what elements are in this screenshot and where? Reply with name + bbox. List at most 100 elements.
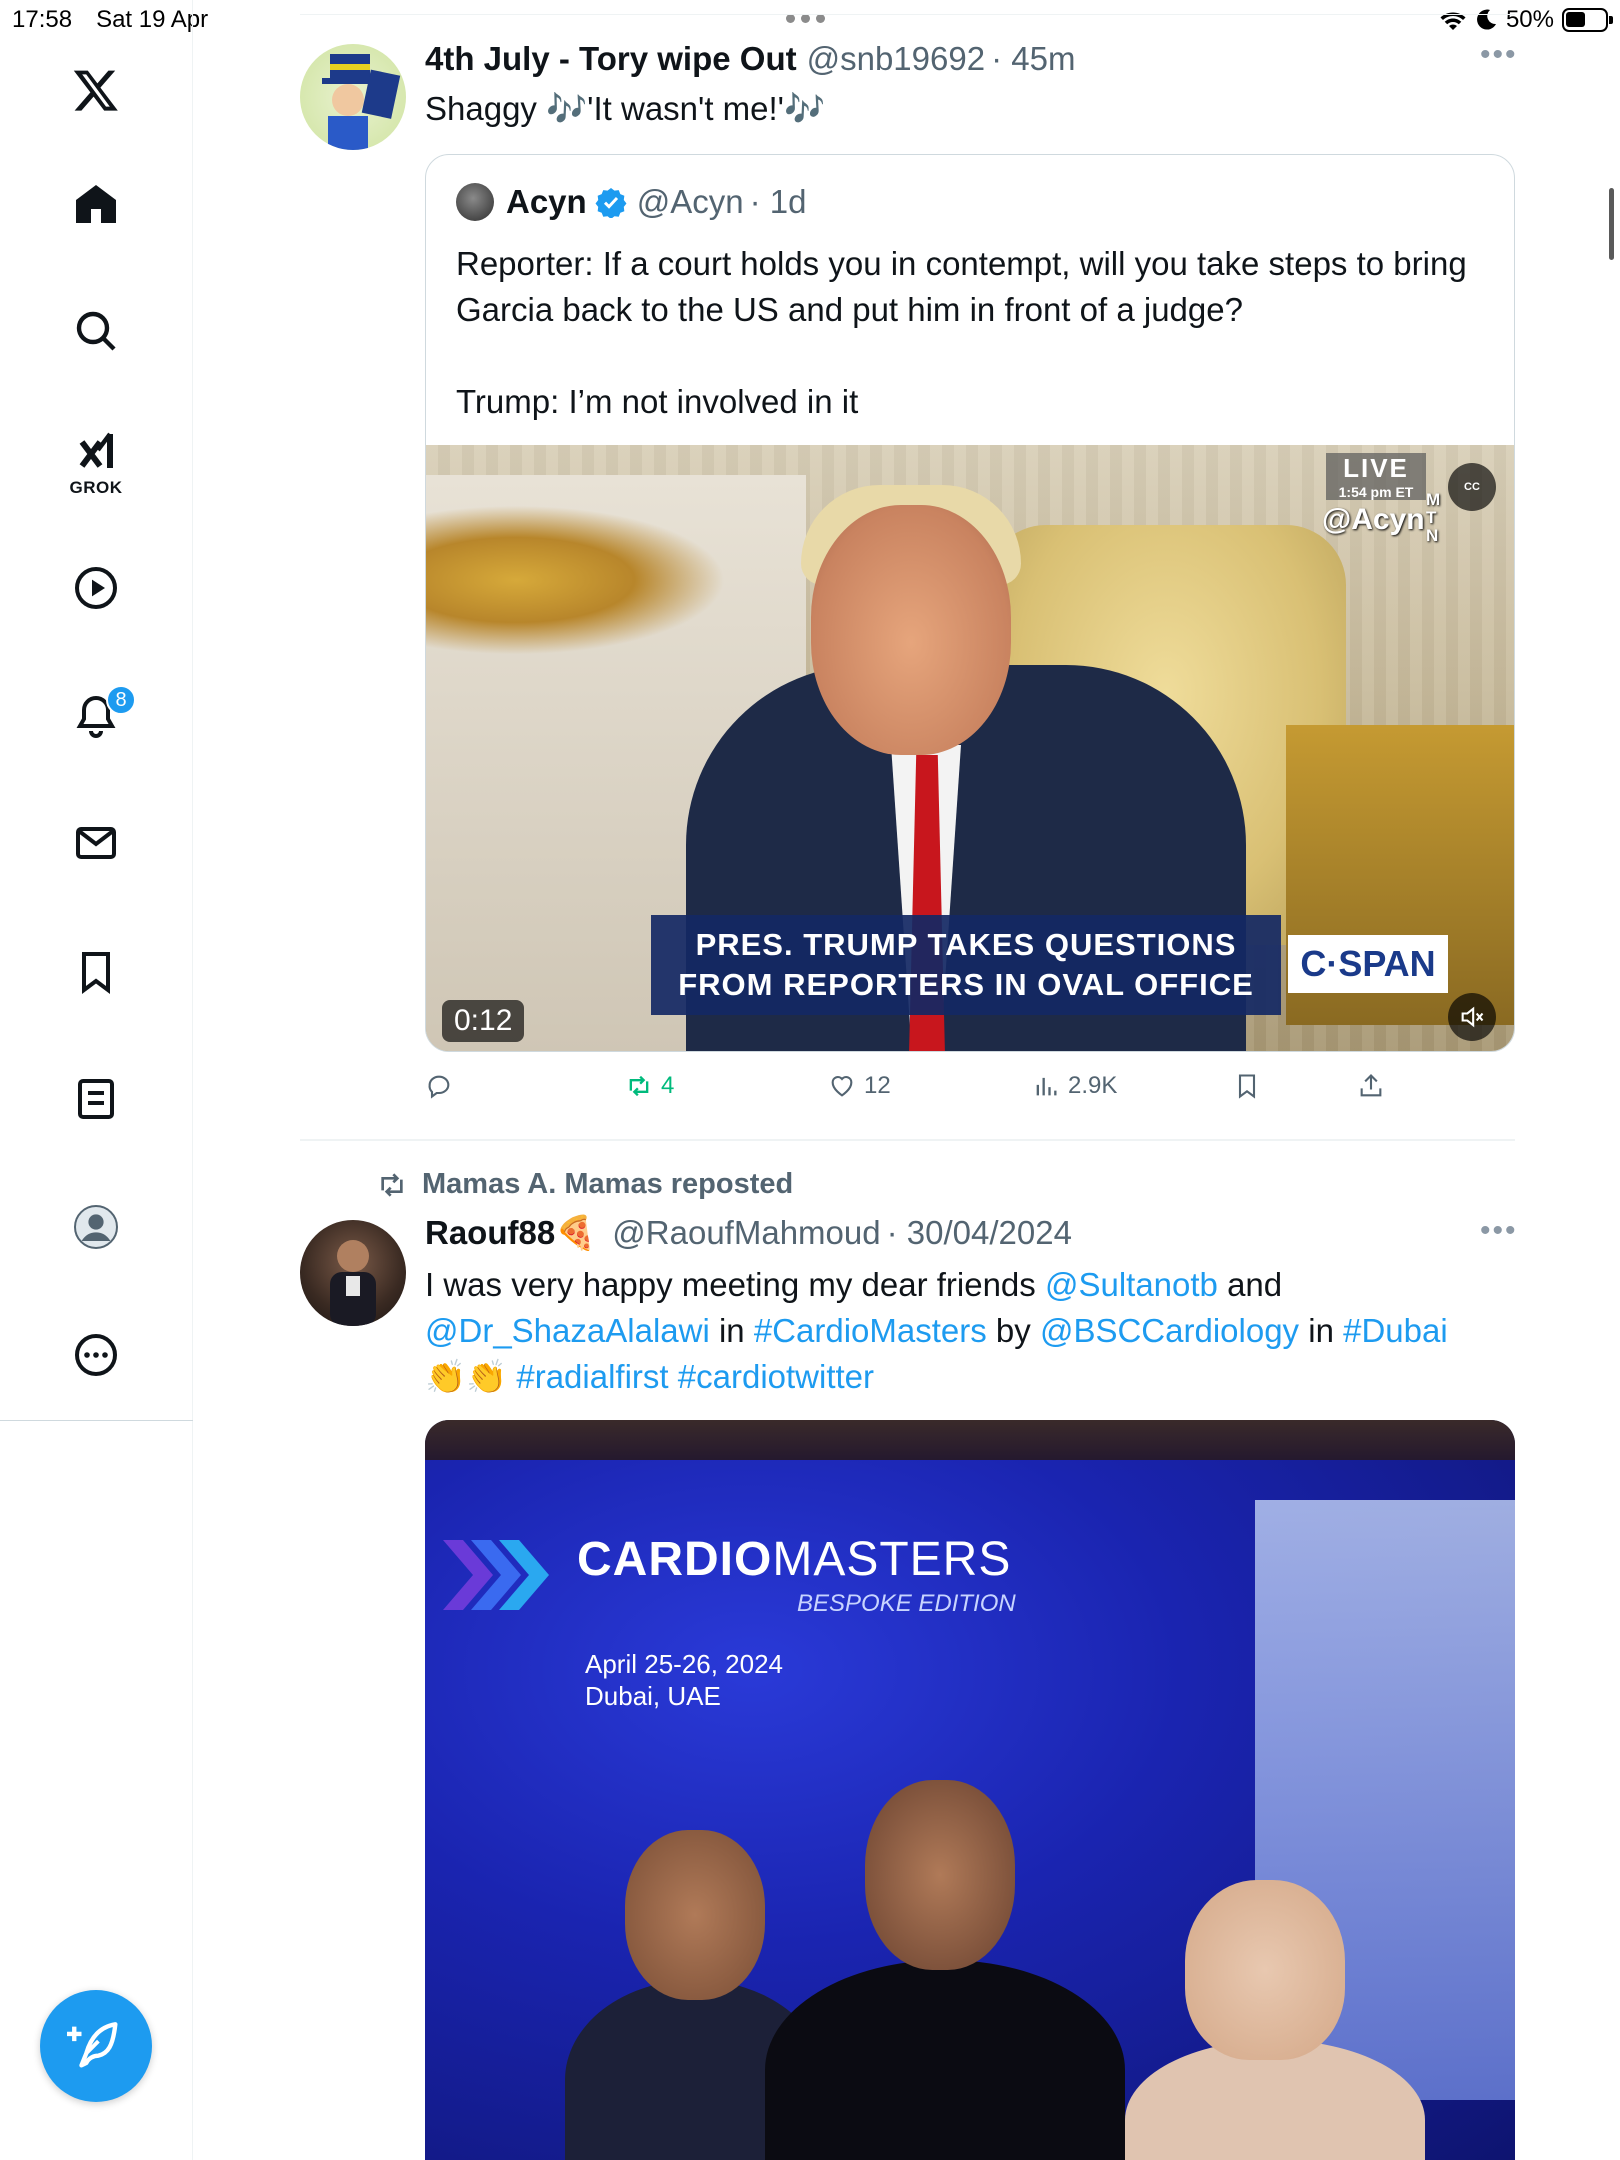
quoted-tweet-avatar	[456, 183, 494, 221]
live-label: LIVE	[1326, 453, 1426, 484]
tweet-2-header: Raouf88🍕 @RaoufMahmoud · 30/04/2024	[425, 1214, 1072, 1253]
mention-sultanotb[interactable]: @Sultanotb	[1045, 1266, 1218, 1303]
share-button[interactable]	[1357, 1072, 1385, 1100]
verified-badge-icon	[595, 188, 627, 218]
tweet-1-text: Shaggy 🎶'It wasn't me!'🎶	[425, 90, 826, 127]
like-button[interactable]: 12	[828, 1072, 891, 1100]
tweet-2-text: I was very happy meeting my dear friends…	[425, 1262, 1515, 1400]
compose-post-button[interactable]	[40, 1990, 152, 2102]
reply-button[interactable]	[425, 1072, 461, 1100]
cardiomasters-subtitle: BESPOKE EDITION	[797, 1590, 1016, 1617]
tweet-2-photo[interactable]: CARDIOMASTERS BESPOKE EDITION April 25-2…	[425, 1420, 1515, 2160]
share-upload-icon	[1360, 1074, 1382, 1097]
repost-count: 4	[661, 1072, 675, 1099]
mention-dr-shaza[interactable]: @Dr_ShazaAlalawi	[425, 1312, 710, 1349]
scrollbar[interactable]	[1609, 188, 1614, 260]
reply-icon	[428, 1075, 450, 1099]
tweet-2-avatar[interactable]	[300, 1220, 406, 1326]
sidebar: GROK 8	[0, 0, 193, 2160]
sidebar-divider	[0, 1420, 193, 1421]
video-person-face	[811, 505, 1011, 755]
heart-icon	[831, 1076, 853, 1097]
video-play-icon[interactable]	[66, 558, 126, 618]
repost-icon	[629, 1075, 649, 1097]
hashtag-radialfirst[interactable]: #radialfirst	[516, 1358, 668, 1395]
muted-speaker-icon	[1461, 1006, 1484, 1028]
views-button[interactable]: 2.9K	[1032, 1072, 1117, 1100]
tweet-1-header: 4th July - Tory wipe Out @snb19692 · 45m	[425, 40, 1075, 78]
photo-person-center-head	[865, 1780, 1015, 1970]
moon-icon	[1476, 9, 1496, 30]
tweet-2-text-part: and	[1217, 1266, 1283, 1303]
video-chyron: PRES. TRUMP TAKES QUESTIONS FROM REPORTE…	[651, 915, 1281, 1015]
status-bar: 17:58 Sat 19 Apr 50%	[0, 0, 1620, 40]
event-date: April 25-26, 2024	[585, 1649, 784, 1679]
feed-top-divider	[300, 14, 1515, 15]
cardiomasters-chevron-icon	[443, 1540, 549, 1610]
grok-icon[interactable]	[66, 424, 126, 484]
search-icon[interactable]	[66, 301, 126, 361]
battery-percent: 50%	[1505, 6, 1554, 33]
tweet-2-text-part: I was very happy meeting my dear friends	[425, 1266, 1045, 1303]
feather-plus-icon	[67, 2022, 118, 2068]
tweet-1-more-icon[interactable]: •••	[1480, 38, 1518, 72]
home-icon[interactable]	[66, 174, 126, 234]
clapping-emoji: 👏👏	[425, 1358, 517, 1395]
hashtag-dubai[interactable]: #Dubai	[1343, 1312, 1448, 1349]
reposted-by-label: Mamas A. Mamas reposted	[422, 1168, 794, 1200]
lists-icon[interactable]	[66, 1069, 126, 1129]
tweet-2-author-name[interactable]: Raouf88🍕	[425, 1214, 596, 1253]
tweet-1-time[interactable]: · 45m	[991, 40, 1075, 78]
like-count: 12	[864, 1072, 891, 1099]
photo-person-right-head	[1185, 1880, 1345, 2060]
messages-envelope-icon[interactable]	[66, 813, 126, 873]
tweet-separator	[300, 1139, 1515, 1141]
captions-button[interactable]: CC	[1448, 463, 1496, 511]
tweet-2-time[interactable]: · 30/04/2024	[887, 1214, 1072, 1252]
hashtag-cardiotwitter[interactable]: #cardiotwitter	[678, 1358, 874, 1395]
views-count: 2.9K	[1068, 1072, 1118, 1099]
quoted-time: · 1d	[749, 183, 807, 220]
event-place: Dubai, UAE	[585, 1681, 721, 1711]
tweet-1-avatar[interactable]	[300, 44, 406, 150]
profile-avatar-icon[interactable]	[66, 1197, 126, 1257]
wifi-icon	[1440, 12, 1466, 30]
cspan-logo: C·SPAN	[1288, 935, 1448, 993]
notification-badge: 8	[106, 685, 136, 715]
chyron-line-1: PRES. TRUMP TAKES QUESTIONS	[695, 927, 1237, 962]
tweet-1-handle[interactable]: @snb19692	[807, 40, 985, 78]
hashtag-cardiomasters[interactable]: #CardioMasters	[754, 1312, 987, 1349]
battery-icon	[1562, 8, 1613, 32]
live-indicator: LIVE 1:54 pm ET	[1326, 453, 1426, 500]
cardiomasters-title-light: MASTERS	[772, 1533, 1012, 1586]
quoted-tweet[interactable]: Acyn @Acyn · 1d Reporter: If a court hol…	[425, 154, 1515, 1052]
quoted-author-name: Acyn	[506, 183, 587, 220]
cardiomasters-title-bold: CARDIO	[577, 1533, 773, 1586]
tweet-2-more-icon[interactable]: •••	[1480, 1214, 1518, 1248]
views-chart-icon	[1036, 1077, 1057, 1096]
tweet-2-handle[interactable]: @RaoufMahmoud	[612, 1214, 880, 1252]
repost-button[interactable]: 4	[625, 1072, 674, 1100]
mute-button[interactable]	[1448, 993, 1496, 1041]
bookmark-icon[interactable]	[66, 942, 126, 1002]
tweet-1-author-name[interactable]: 4th July - Tory wipe Out	[425, 40, 797, 78]
tweet-1-actions: 4 12 2.9K	[425, 1068, 1485, 1108]
video-gold-ornament	[426, 505, 726, 655]
video-duration: 0:12	[442, 1000, 525, 1042]
quoted-text: Reporter: If a court holds you in contem…	[456, 241, 1476, 425]
photo-person-left-head	[625, 1830, 765, 2000]
mention-bsccardiology[interactable]: @BSCCardiology	[1040, 1312, 1299, 1349]
bookmark-button[interactable]	[1233, 1072, 1261, 1100]
multitasking-dots[interactable]	[786, 14, 825, 23]
bookmark-outline-icon	[1238, 1074, 1256, 1099]
reposted-indicator[interactable]: Mamas A. Mamas reposted	[376, 1168, 793, 1201]
video-watermark: @Acyn	[1322, 503, 1425, 536]
chyron-line-2: FROM REPORTERS IN OVAL OFFICE	[678, 967, 1254, 1002]
x-logo-icon[interactable]	[66, 60, 126, 120]
cardiomasters-logo	[443, 1530, 553, 1620]
quoted-video[interactable]: PRES. TRUMP TAKES QUESTIONS FROM REPORTE…	[426, 445, 1514, 1051]
repost-small-icon	[381, 1172, 403, 1197]
more-circle-icon[interactable]	[66, 1325, 126, 1385]
tweet-2-text-part: in	[709, 1312, 754, 1349]
tweet-2-text-part: by	[986, 1312, 1040, 1349]
